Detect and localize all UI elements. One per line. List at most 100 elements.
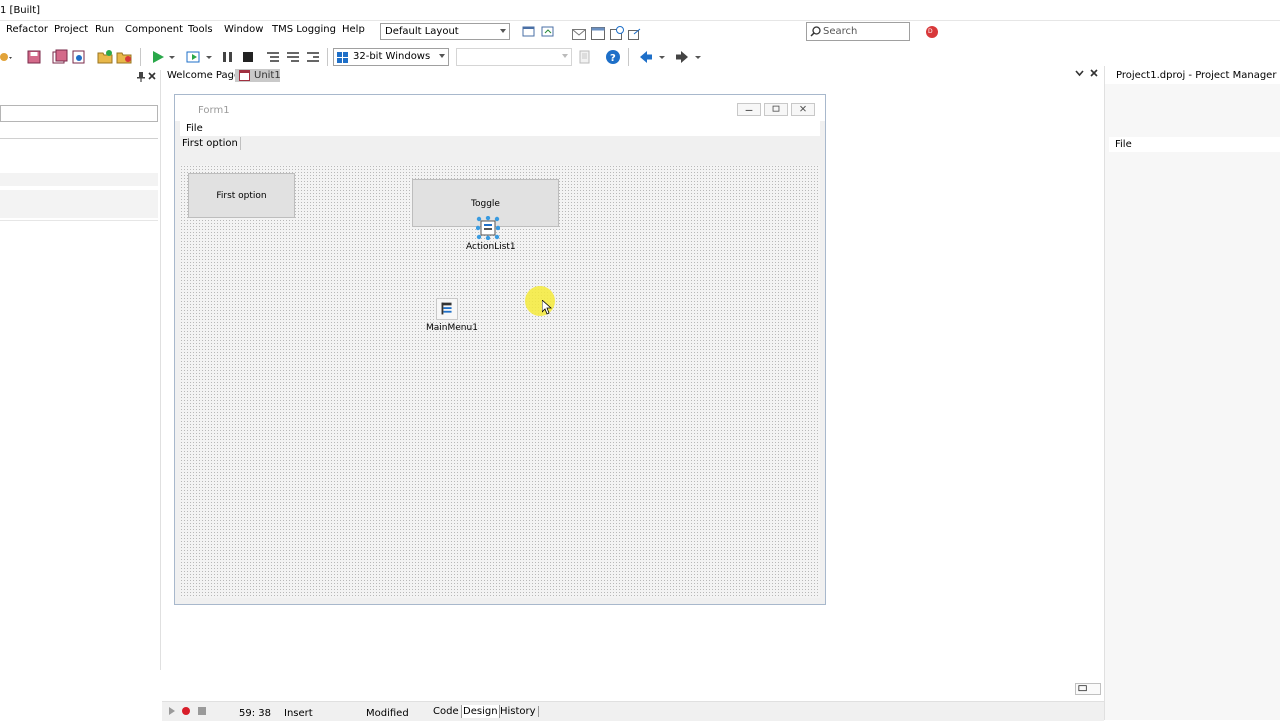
close-icon[interactable] [148, 72, 156, 80]
stop-icon[interactable] [240, 49, 256, 65]
pause-icon[interactable] [220, 49, 236, 65]
mainmenu1-component[interactable] [436, 298, 458, 320]
svg-text:?: ? [610, 53, 616, 64]
search-icon [810, 26, 821, 37]
run-to-cursor-icon[interactable] [305, 49, 321, 65]
actionlist1-label: ActionList1 [466, 242, 516, 252]
search-box[interactable]: Search [806, 22, 910, 41]
forward-chevron-down-icon[interactable] [694, 49, 702, 65]
left-panel [0, 70, 161, 671]
back-arrow-icon[interactable] [638, 49, 654, 65]
mouse-pointer-icon [542, 300, 552, 315]
menu-project[interactable]: Project [54, 24, 88, 35]
insert-mode: Insert [284, 708, 313, 719]
pin-icon[interactable] [137, 72, 145, 82]
right-panel: Project1.dproj - Project Manager File [1104, 66, 1280, 720]
maximize-icon[interactable] [764, 103, 788, 116]
chevron-down-icon [439, 54, 445, 58]
calendar-icon[interactable] [591, 26, 605, 40]
left-panel-band [0, 173, 158, 186]
open-project-icon[interactable] [97, 49, 113, 65]
layout-combo-value: Default Layout [385, 26, 459, 37]
forward-arrow-icon[interactable] [674, 49, 690, 65]
first-option-button[interactable]: First option [188, 173, 295, 218]
tab-code[interactable]: Code [433, 706, 459, 717]
chevron-down-icon [500, 29, 506, 33]
form1-menu-file[interactable]: File [186, 123, 203, 134]
back-chevron-down-icon[interactable] [658, 49, 666, 65]
macro-stop-icon[interactable] [198, 707, 206, 715]
tab-design[interactable]: Design [461, 705, 500, 718]
set-debug-desktop-icon[interactable] [541, 25, 555, 38]
menu-window[interactable]: Window [224, 24, 263, 35]
tab-list-chevron-down-icon[interactable] [1075, 69, 1084, 77]
help-icon[interactable]: ? [605, 49, 621, 65]
form1-menu-bar: File [180, 121, 820, 136]
right-panel-header: Project1.dproj - Project Manager [1105, 66, 1280, 84]
menu-component[interactable]: Component [125, 24, 183, 35]
macro-play-icon[interactable] [168, 706, 176, 716]
save-all-icon[interactable] [52, 49, 68, 65]
menu-refactor[interactable]: Refactor [6, 24, 48, 35]
device-combo[interactable] [456, 48, 572, 66]
run-dropdown-chevron-down-icon[interactable] [168, 49, 176, 65]
tab-unit1[interactable]: Unit1 [235, 69, 281, 82]
toolbar-separator [327, 48, 328, 66]
tab-welcome-page[interactable]: Welcome Page [167, 70, 240, 81]
run-without-debug-chevron-down-icon[interactable] [205, 49, 213, 65]
left-panel-band [0, 190, 158, 218]
new-icon[interactable] [0, 49, 12, 65]
window-title: 1 [Built] [0, 5, 41, 16]
title-bar: 1 [Built] [0, 0, 1280, 21]
run-icon[interactable] [150, 49, 166, 65]
macro-record-icon[interactable] [182, 707, 190, 715]
minimize-icon[interactable] [737, 103, 761, 116]
modified-status: Modified [366, 708, 409, 719]
stop-process-icon[interactable]: D [926, 26, 938, 38]
trace-into-icon[interactable] [285, 49, 301, 65]
form1-client-area[interactable]: First option Toggle ActionList1 MainMenu… [180, 165, 820, 598]
restore-window-icon[interactable] [628, 28, 642, 40]
layout-combo[interactable]: Default Layout [380, 23, 510, 40]
close-icon[interactable] [1090, 69, 1098, 77]
form1-title: Form1 [198, 105, 230, 116]
remove-from-project-icon[interactable] [116, 49, 132, 65]
left-panel-search-input[interactable] [0, 105, 158, 122]
divider [0, 138, 158, 139]
menu-help[interactable]: Help [342, 24, 365, 35]
menu-run[interactable]: Run [95, 24, 114, 35]
menu-tools[interactable]: Tools [188, 24, 213, 35]
form1-caption-bar[interactable]: Form1 [175, 95, 825, 121]
help-window-icon[interactable] [610, 26, 624, 40]
form1-window[interactable]: Form1 File First option First option Tog… [174, 94, 826, 605]
layout-toggle-icon[interactable] [1075, 683, 1101, 695]
tab-history[interactable]: History [500, 706, 539, 717]
first-option-tool-button[interactable]: First option [180, 137, 241, 150]
close-window-icon[interactable] [791, 103, 815, 116]
platform-combo-value: 32-bit Windows [353, 51, 431, 62]
actionlist1-component[interactable] [476, 216, 500, 240]
search-placeholder: Search [823, 26, 858, 37]
first-option-button-label: First option [216, 191, 267, 201]
mainmenu1-label: MainMenu1 [426, 323, 478, 333]
form1-toolbar: First option [180, 136, 820, 154]
right-panel-item-label: File [1115, 139, 1132, 150]
save-as-icon[interactable] [71, 49, 87, 65]
device-manager-icon[interactable] [577, 49, 593, 65]
run-without-debug-icon[interactable] [186, 49, 202, 65]
platform-combo[interactable]: 32-bit Windows [333, 48, 449, 66]
stop-process-label: D [928, 28, 933, 35]
mail-icon[interactable] [572, 29, 586, 40]
windows-icon [337, 52, 348, 63]
toolbar-separator [140, 48, 141, 66]
project-manager-title: Project1.dproj - Project Manager [1116, 70, 1277, 81]
menu-tms-logging[interactable]: TMS Logging [272, 24, 336, 35]
left-panel-lower [0, 220, 158, 671]
cursor-position: 59: 38 [239, 708, 271, 719]
step-over-icon[interactable] [265, 49, 281, 65]
save-desktop-icon[interactable] [522, 25, 536, 38]
tab-unit1-label: Unit1 [254, 70, 281, 81]
right-panel-item[interactable]: File [1109, 137, 1280, 152]
chevron-down-icon [562, 54, 568, 58]
save-icon[interactable] [26, 49, 42, 65]
